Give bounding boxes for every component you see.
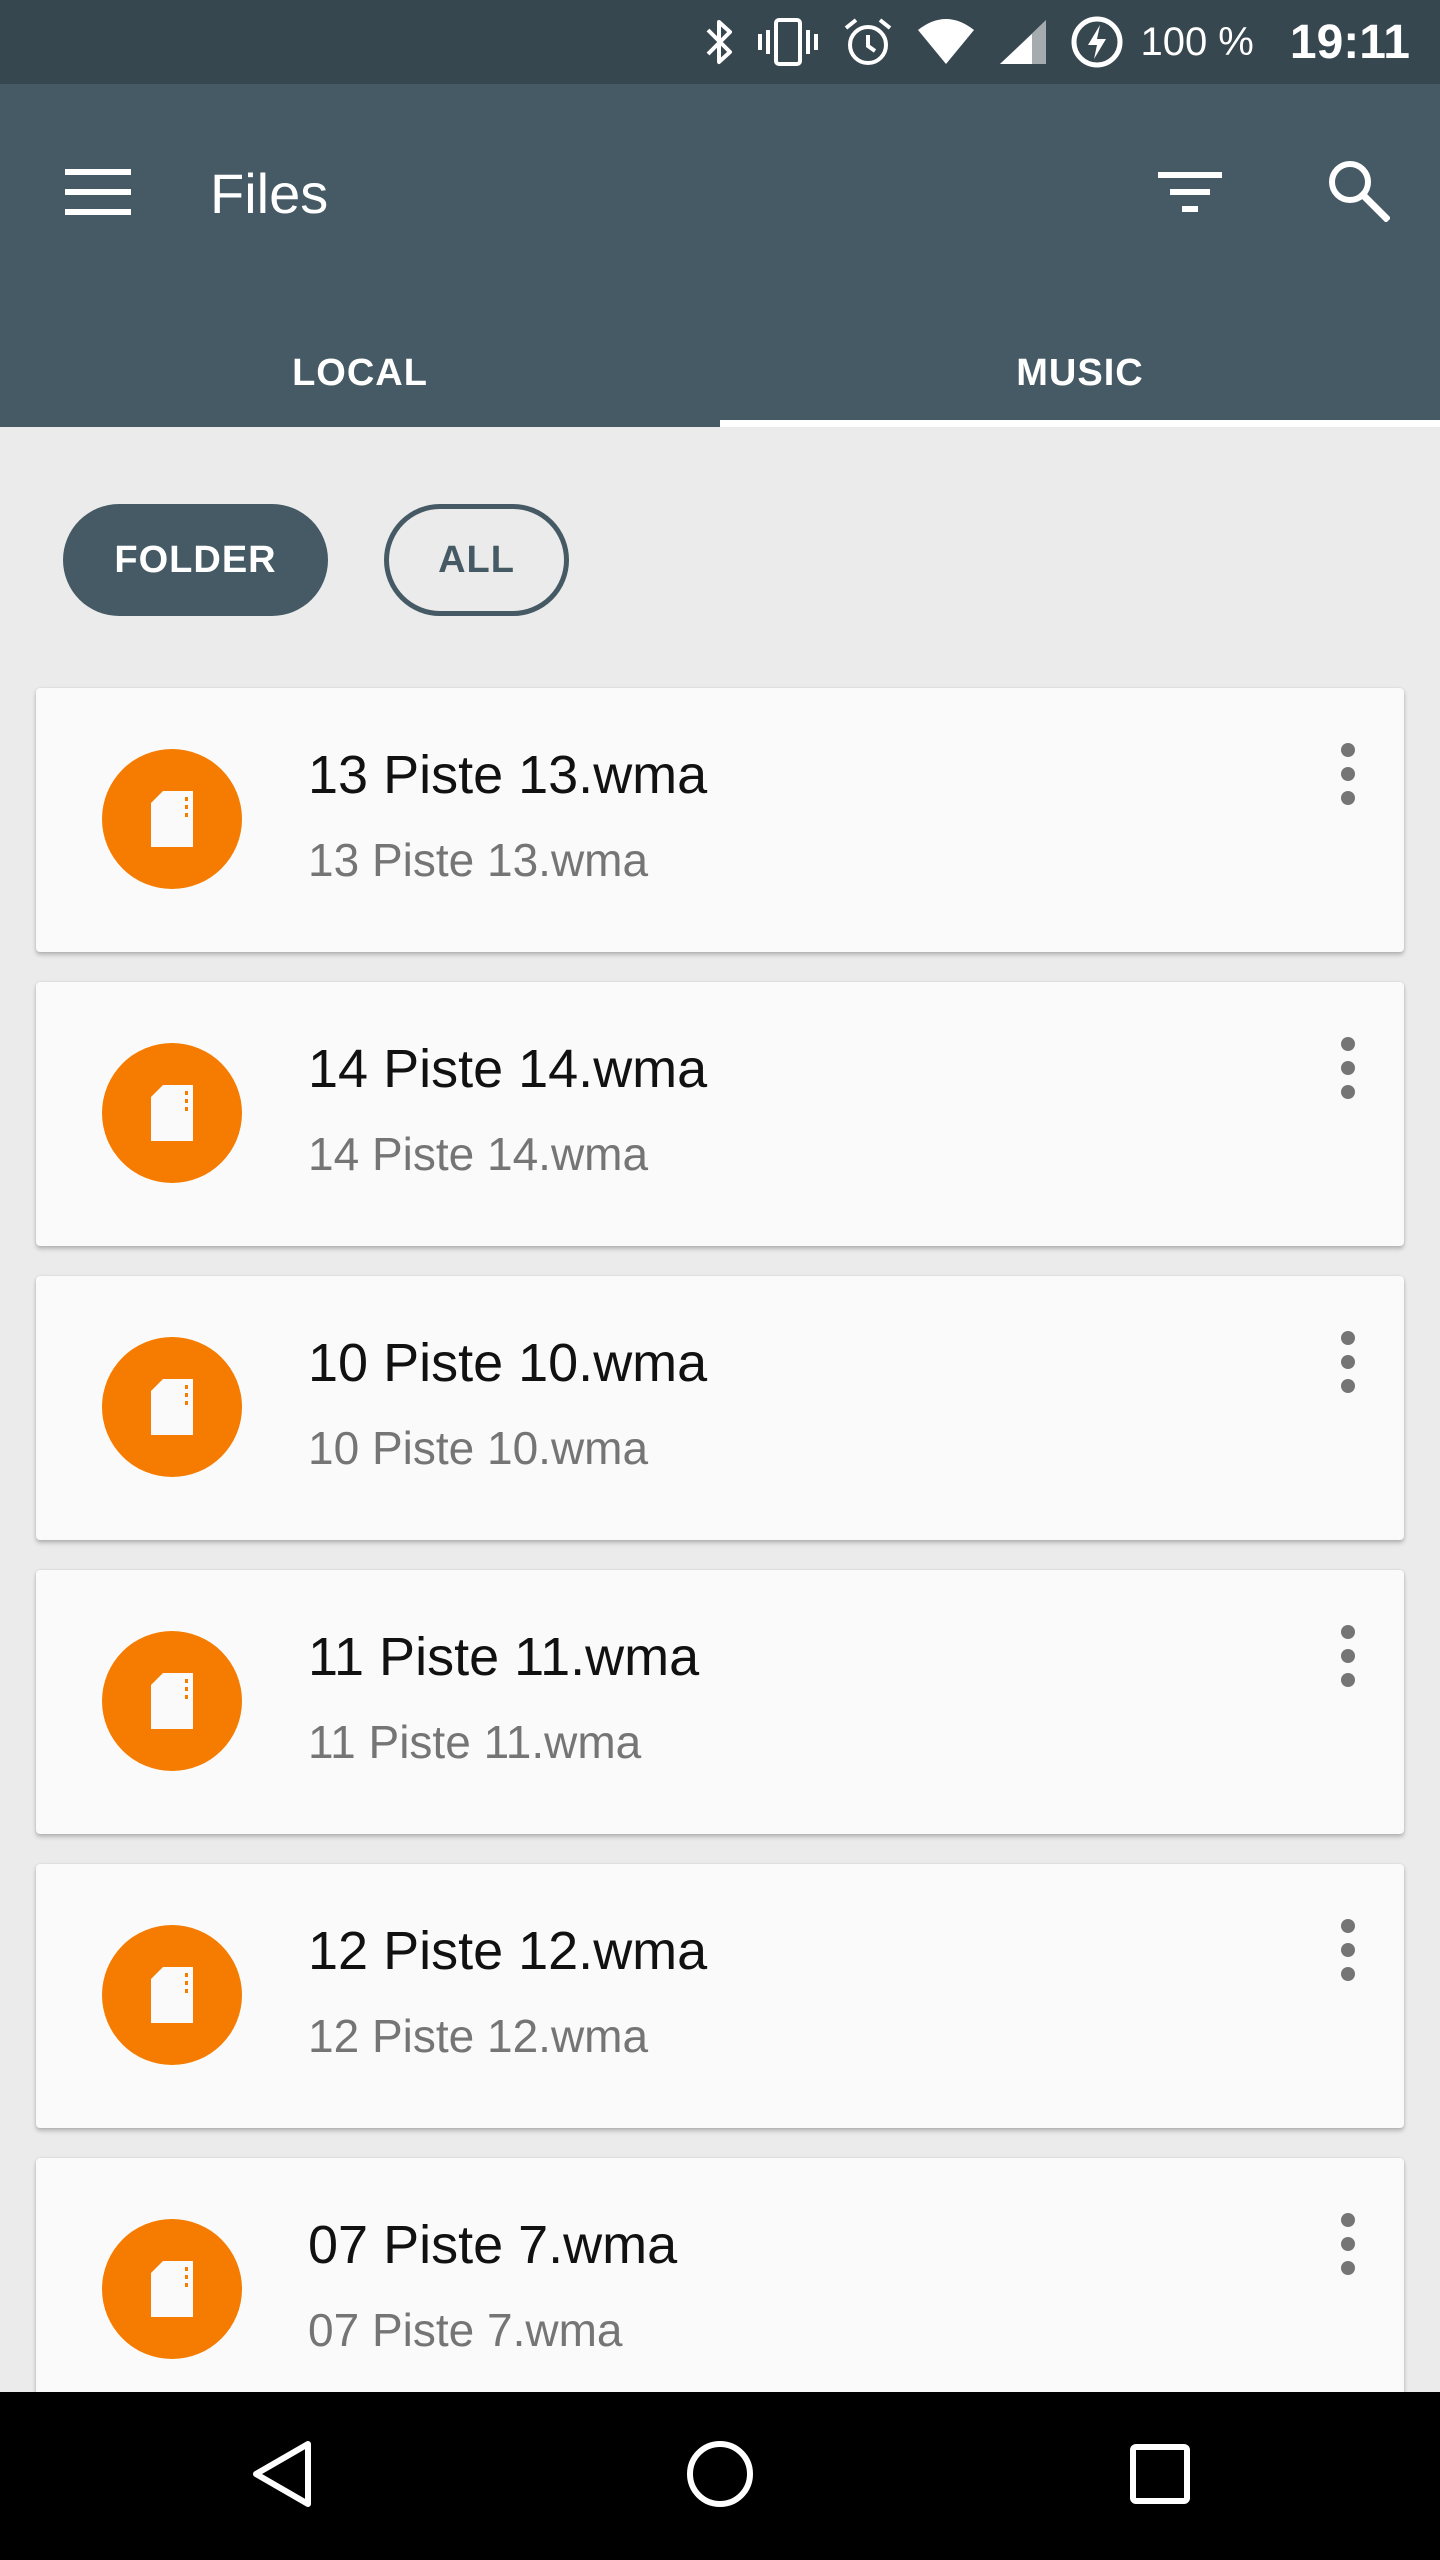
home-button[interactable] — [674, 2430, 766, 2522]
more-options-button[interactable] — [1326, 1324, 1370, 1404]
list-item[interactable]: 10 Piste 10.wma 10 Piste 10.wma — [36, 1276, 1404, 1540]
file-icon — [102, 1043, 242, 1183]
all-chip[interactable]: ALL — [384, 504, 569, 616]
file-subtitle: 11 Piste 11.wma — [308, 1716, 642, 1768]
search-icon — [1326, 158, 1391, 227]
back-icon — [250, 2440, 314, 2513]
recent-apps-button[interactable] — [1114, 2430, 1206, 2522]
filter-icon — [1158, 168, 1222, 221]
file-title: 12 Piste 12.wma — [308, 1921, 708, 1981]
bluetooth-icon — [704, 16, 734, 68]
more-options-button[interactable] — [1326, 1030, 1370, 1110]
more-vert-icon — [1340, 2212, 1356, 2281]
file-icon — [102, 1631, 242, 1771]
file-icon — [102, 2219, 242, 2359]
tab-local[interactable]: LOCAL — [0, 344, 720, 427]
filter-button[interactable] — [1150, 154, 1230, 234]
wifi-icon — [916, 16, 976, 68]
folder-chip[interactable]: FOLDER — [63, 504, 328, 616]
list-item[interactable]: 14 Piste 14.wma 14 Piste 14.wma — [36, 982, 1404, 1246]
file-subtitle: 13 Piste 13.wma — [308, 834, 649, 886]
file-subtitle: 14 Piste 14.wma — [308, 1128, 649, 1180]
more-vert-icon — [1340, 1624, 1356, 1693]
more-vert-icon — [1340, 742, 1356, 811]
clock: 19:11 — [1289, 15, 1410, 69]
tab-indicator — [720, 420, 1440, 427]
file-subtitle: 10 Piste 10.wma — [308, 1422, 649, 1474]
alarm-icon — [842, 16, 894, 68]
more-options-button[interactable] — [1326, 2206, 1370, 2286]
file-icon — [102, 1925, 242, 2065]
back-button[interactable] — [236, 2430, 328, 2522]
battery-percentage: 100 % — [1140, 19, 1254, 64]
file-title: 07 Piste 7.wma — [308, 2215, 678, 2275]
more-options-button[interactable] — [1326, 736, 1370, 816]
list-item[interactable]: 11 Piste 11.wma 11 Piste 11.wma — [36, 1570, 1404, 1834]
more-options-button[interactable] — [1326, 1912, 1370, 1992]
status-bar: 100 % 19:11 — [0, 0, 1440, 84]
more-vert-icon — [1340, 1036, 1356, 1105]
menu-button[interactable] — [56, 152, 140, 236]
navigation-bar — [0, 2392, 1440, 2560]
search-button[interactable] — [1316, 150, 1400, 234]
home-icon — [686, 2440, 754, 2513]
vibrate-icon — [756, 16, 820, 68]
list-item[interactable]: 13 Piste 13.wma 13 Piste 13.wma — [36, 688, 1404, 952]
file-title: 11 Piste 11.wma — [308, 1627, 700, 1687]
file-subtitle: 07 Piste 7.wma — [308, 2304, 623, 2356]
signal-icon — [998, 16, 1048, 68]
menu-icon — [65, 167, 131, 222]
battery-charging-icon — [1070, 15, 1124, 69]
toolbar: Files — [0, 84, 1440, 284]
recent-apps-icon — [1130, 2443, 1190, 2509]
file-icon — [102, 749, 242, 889]
file-title: 10 Piste 10.wma — [308, 1333, 708, 1393]
file-title: 14 Piste 14.wma — [308, 1039, 708, 1099]
app-bar: Files LOCAL MUSIC — [0, 84, 1440, 427]
list-item[interactable]: 12 Piste 12.wma 12 Piste 12.wma — [36, 1864, 1404, 2128]
filter-chips: FOLDER ALL — [0, 427, 1440, 667]
file-icon — [102, 1337, 242, 1477]
file-subtitle: 12 Piste 12.wma — [308, 2010, 649, 2062]
more-vert-icon — [1340, 1918, 1356, 1987]
list-item[interactable]: 07 Piste 7.wma 07 Piste 7.wma — [36, 2158, 1404, 2422]
more-options-button[interactable] — [1326, 1618, 1370, 1698]
file-title: 13 Piste 13.wma — [308, 745, 708, 805]
page-title: Files — [210, 162, 329, 225]
more-vert-icon — [1340, 1330, 1356, 1399]
tab-bar: LOCAL MUSIC — [0, 344, 1440, 427]
tab-music[interactable]: MUSIC — [720, 344, 1440, 427]
